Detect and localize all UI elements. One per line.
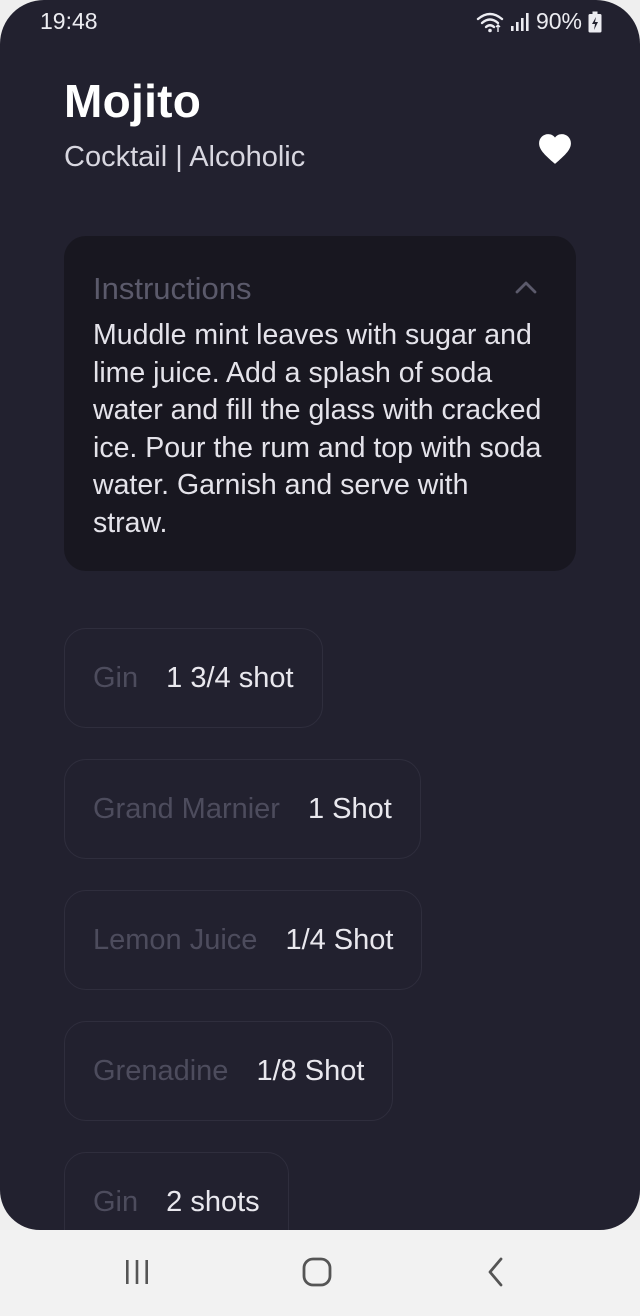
home-icon [301,1257,333,1292]
instructions-text: Muddle mint leaves with sugar and lime j… [93,319,542,539]
back-button[interactable] [476,1254,516,1294]
signal-icon [510,12,530,32]
drink-category: Cocktail | Alcoholic [64,141,306,173]
recent-apps-icon [123,1259,151,1290]
favorite-button[interactable] [534,130,576,170]
ingredient-measure: 2 shots [166,1185,260,1218]
ingredient-chip[interactable]: Lemon Juice 1/4 Shot [64,890,423,990]
app-screen: 19:48 90% Mojito Cocktail | Alcoholic In… [0,0,640,1230]
home-button[interactable] [297,1254,337,1294]
ingredient-measure: 1 3/4 shot [166,661,294,694]
ingredient-chip[interactable]: Gin 2 shots [64,1152,289,1230]
drink-title: Mojito [64,75,202,127]
back-icon [485,1257,507,1292]
ingredient-chip[interactable]: Gin 1 3/4 shot [64,628,323,728]
collapse-button[interactable] [511,274,541,304]
ingredient-name: Grand Marnier [93,792,280,825]
device: 19:48 90% Mojito Cocktail | Alcoholic In… [0,0,640,1316]
instructions-header[interactable]: Instructions [93,270,537,308]
ingredient-name: Grenadine [93,1054,229,1087]
heart-icon [536,131,574,170]
ingredient-name: Gin [93,661,139,694]
battery-percent: 90% [535,8,582,34]
ingredient-measure: 1/8 Shot [256,1054,365,1087]
ingredient-chip[interactable]: Grenadine 1/8 Shot [64,1021,394,1121]
battery-charging-icon [588,11,602,33]
ingredient-chip[interactable]: Grand Marnier 1 Shot [64,759,421,859]
instructions-card: Instructions Muddle mint leaves with sug… [64,236,576,571]
status-icons: 90% [476,8,602,35]
status-bar: 19:48 90% [0,0,640,44]
chevron-up-icon [515,280,537,299]
ingredient-name: Gin [93,1185,139,1218]
ingredient-name: Lemon Juice [93,923,258,956]
instructions-label: Instructions [93,271,252,306]
system-nav-bar [0,1230,640,1316]
wifi-icon [476,11,504,33]
status-time: 19:48 [40,8,98,34]
ingredient-measure: 1 Shot [307,792,392,825]
recent-apps-button[interactable] [117,1254,157,1294]
ingredient-measure: 1/4 Shot [285,923,394,956]
